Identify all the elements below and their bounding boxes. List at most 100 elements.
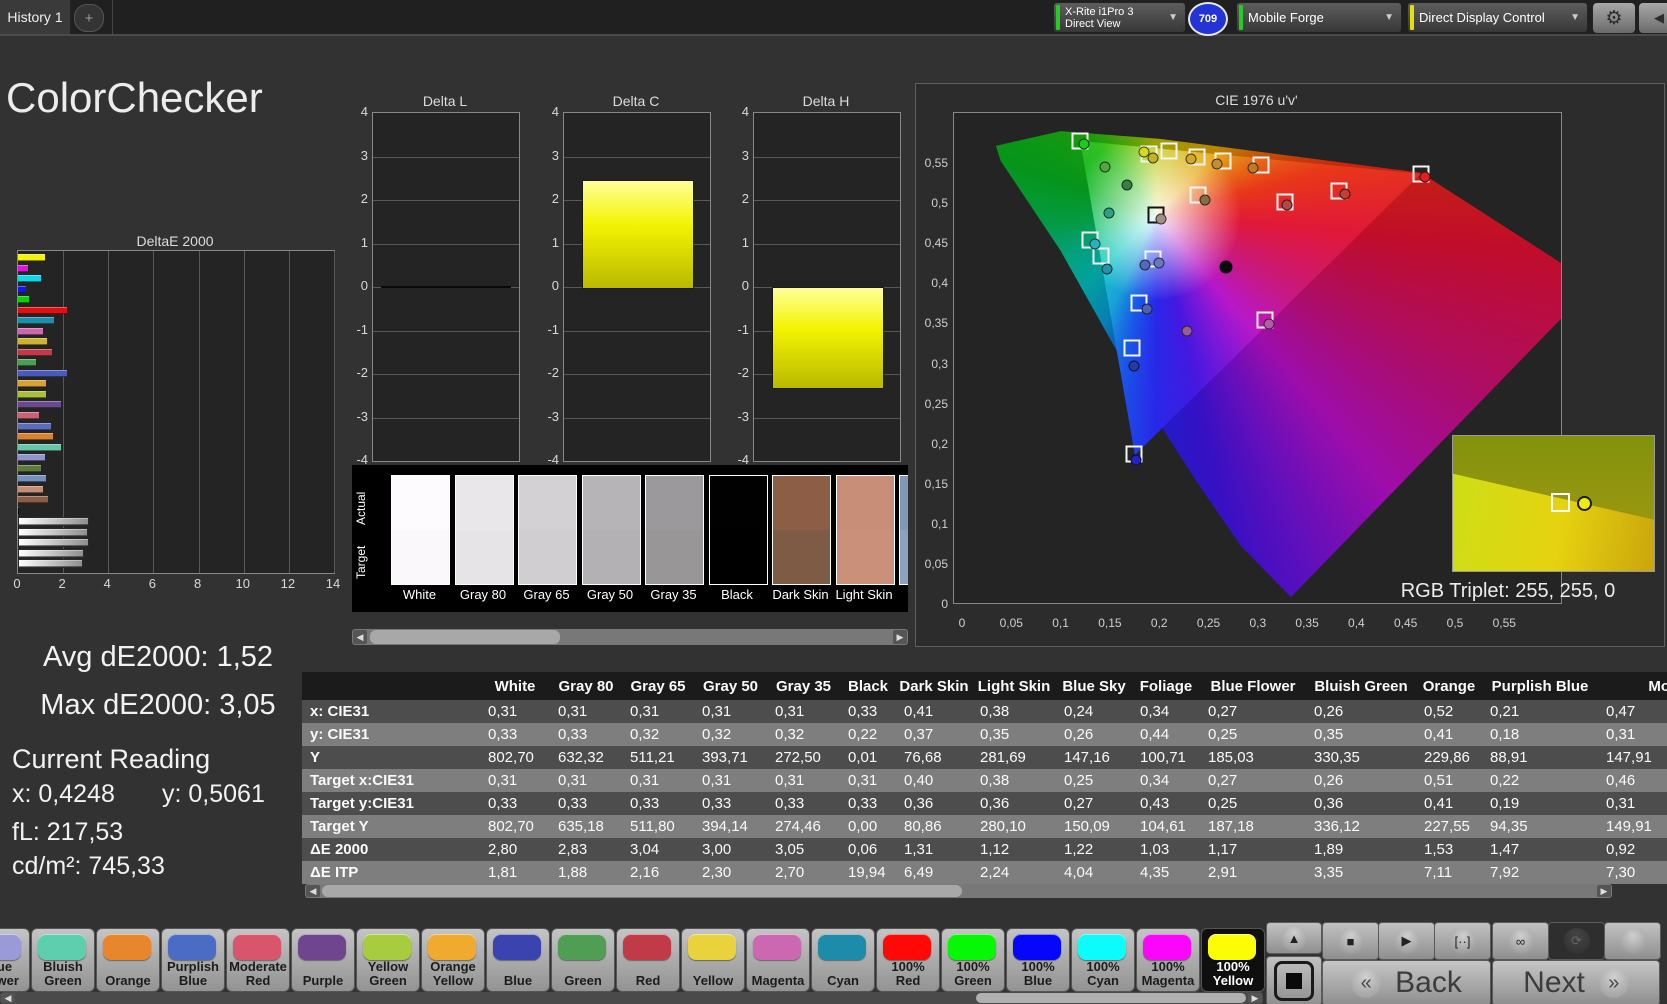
patch-button-purplish-blue[interactable]: Purplish Blue xyxy=(161,928,225,992)
patch-button-red[interactable]: Red xyxy=(616,928,680,992)
stop-measure-button[interactable] xyxy=(1266,956,1322,1004)
scroll-left-icon[interactable]: ◀ xyxy=(1,993,15,1003)
stop-button[interactable]: ■ xyxy=(1322,922,1379,960)
table-scrollbar[interactable]: ◀▶ xyxy=(305,884,1612,898)
blank-button[interactable] xyxy=(1604,922,1661,960)
swatch-light-skin xyxy=(836,475,895,585)
scroll-right-icon[interactable]: ▶ xyxy=(893,630,907,644)
patch-button-100-yellow[interactable]: 100% Yellow xyxy=(1201,928,1265,992)
swatch-strip-scrollbar[interactable]: ◀▶ xyxy=(352,629,908,645)
patch-button-blue[interactable]: Blue xyxy=(486,928,550,992)
patch-label: Orange Yellow xyxy=(423,960,483,988)
scroll-thumb[interactable] xyxy=(370,630,560,644)
cie-x-tick-label: 0,2 xyxy=(1139,616,1179,630)
patch-bar-scrollbar[interactable]: ◀▶ xyxy=(0,992,1263,1004)
display-status-stripe xyxy=(1410,5,1414,30)
row-label: x: CIE31 xyxy=(302,700,480,723)
gear-icon[interactable]: ⚙ xyxy=(1592,2,1636,34)
y-tick-label: 1 xyxy=(342,235,368,250)
swatch-label: Gray 80 xyxy=(450,587,517,602)
swatch-label: Black xyxy=(704,587,771,602)
patch-button-100-red[interactable]: 100% Red xyxy=(876,928,940,992)
meter-device-dropdown[interactable]: X-Rite i1Pro 3Direct View ▼ xyxy=(1053,2,1186,33)
gridline xyxy=(244,251,245,573)
gridline xyxy=(564,331,710,332)
scroll-right-icon[interactable]: ▶ xyxy=(1248,993,1262,1003)
swatch-actual xyxy=(710,476,767,530)
loop-button[interactable]: ∞ xyxy=(1492,922,1549,960)
back-chevron-icon: « xyxy=(1351,968,1381,998)
next-button[interactable]: Next » xyxy=(1492,960,1660,1004)
patch-button-yellow-green[interactable]: Yellow Green xyxy=(356,928,420,992)
scroll-thumb[interactable] xyxy=(976,993,1246,1003)
de2000-bar-blue-sky xyxy=(18,475,46,482)
patch-button-100-blue[interactable]: 100% Blue xyxy=(1006,928,1070,992)
patch-button-yellow[interactable]: Yellow xyxy=(681,928,745,992)
patch-button-purple[interactable]: Purple xyxy=(291,928,355,992)
table-cell: 0,31 xyxy=(767,700,840,723)
patch-label: Yellow Green xyxy=(358,960,418,988)
patch-button-cyan[interactable]: Cyan xyxy=(811,928,875,992)
patch-color-chip xyxy=(103,934,151,960)
y-tick-label: 3 xyxy=(533,148,559,163)
row-label: ΔE 2000 xyxy=(302,838,480,861)
sync-button[interactable]: ⟳ xyxy=(1548,922,1605,960)
source-device-dropdown[interactable]: Mobile Forge ▼ xyxy=(1236,2,1402,33)
swatch-actual xyxy=(456,476,513,530)
cie-x-tick-label: 0,25 xyxy=(1189,616,1229,630)
swatch-black xyxy=(709,475,768,585)
gridline xyxy=(373,331,519,332)
deltae2000-chart xyxy=(17,250,335,574)
table-cell: 0,33 xyxy=(550,792,622,815)
collapse-panel-icon[interactable]: ◀ xyxy=(1638,2,1667,34)
back-button[interactable]: « Back xyxy=(1322,960,1491,1004)
source-device-label: Mobile Forge xyxy=(1248,10,1324,25)
y-tick-label: -2 xyxy=(533,365,559,380)
patch-button-100-magenta[interactable]: 100% Magenta xyxy=(1136,928,1200,992)
patch-button-bluish-green[interactable]: Bluish Green xyxy=(31,928,95,992)
column-header: Light Skin xyxy=(972,672,1056,700)
gridline xyxy=(334,251,335,573)
target-row-label: Target xyxy=(354,531,370,593)
de2000-bar-green xyxy=(18,359,36,366)
target-square xyxy=(1160,143,1177,160)
scroll-thumb[interactable] xyxy=(322,885,962,897)
inset-target-square xyxy=(1551,493,1570,512)
scroll-left-icon[interactable]: ◀ xyxy=(353,630,367,644)
table-cell: 281,69 xyxy=(972,746,1056,769)
column-header: Gray 35 xyxy=(767,672,840,700)
patch-button-orange-yellow[interactable]: Orange Yellow xyxy=(421,928,485,992)
table-cell: 4,04 xyxy=(1056,861,1132,884)
scroll-right-icon[interactable]: ▶ xyxy=(1597,885,1611,897)
patch-button-magenta[interactable]: Magenta xyxy=(746,928,810,992)
patch-button-orange[interactable]: Orange xyxy=(96,928,160,992)
display-control-label: Direct Display Control xyxy=(1419,10,1545,25)
table-cell: 0,51 xyxy=(1416,769,1482,792)
table-cell: 1,31 xyxy=(896,838,972,861)
patch-button-green[interactable]: Green xyxy=(551,928,615,992)
y-tick-label: 1 xyxy=(723,235,749,250)
de2000-bar-100-cyan xyxy=(18,275,41,282)
patch-button-100-green[interactable]: 100% Green xyxy=(941,928,1005,992)
scroll-up-button[interactable]: ▲ xyxy=(1266,922,1322,954)
column-header: Black xyxy=(840,672,896,700)
range-button[interactable]: [··] xyxy=(1434,922,1491,960)
patch-button-blue-flower[interactable]: Blue Flower xyxy=(0,928,30,992)
row-label: Target x:CIE31 xyxy=(302,769,480,792)
table-cell: 147,91 xyxy=(1598,746,1667,769)
swatch-target xyxy=(456,530,513,584)
cie-y-tick-label: 0 xyxy=(914,597,948,611)
play-button[interactable]: ▶ xyxy=(1378,922,1435,960)
tab-history-1[interactable]: History 1 xyxy=(0,0,70,34)
y-tick-label: 3 xyxy=(342,148,368,163)
scroll-left-icon[interactable]: ◀ xyxy=(306,885,320,897)
target-square xyxy=(1123,340,1140,357)
display-control-dropdown[interactable]: Direct Display Control ▼ xyxy=(1407,2,1588,33)
swatch-actual xyxy=(392,476,449,530)
table-cell: 0,38 xyxy=(972,700,1056,723)
patch-button-moderate-red[interactable]: Moderate Red xyxy=(226,928,290,992)
patch-button-100-cyan[interactable]: 100% Cyan xyxy=(1071,928,1135,992)
de2000-bar-100-magenta xyxy=(18,265,28,272)
add-tab-button[interactable]: + xyxy=(74,4,104,32)
colorspace-709-badge[interactable]: 709 xyxy=(1188,2,1228,36)
